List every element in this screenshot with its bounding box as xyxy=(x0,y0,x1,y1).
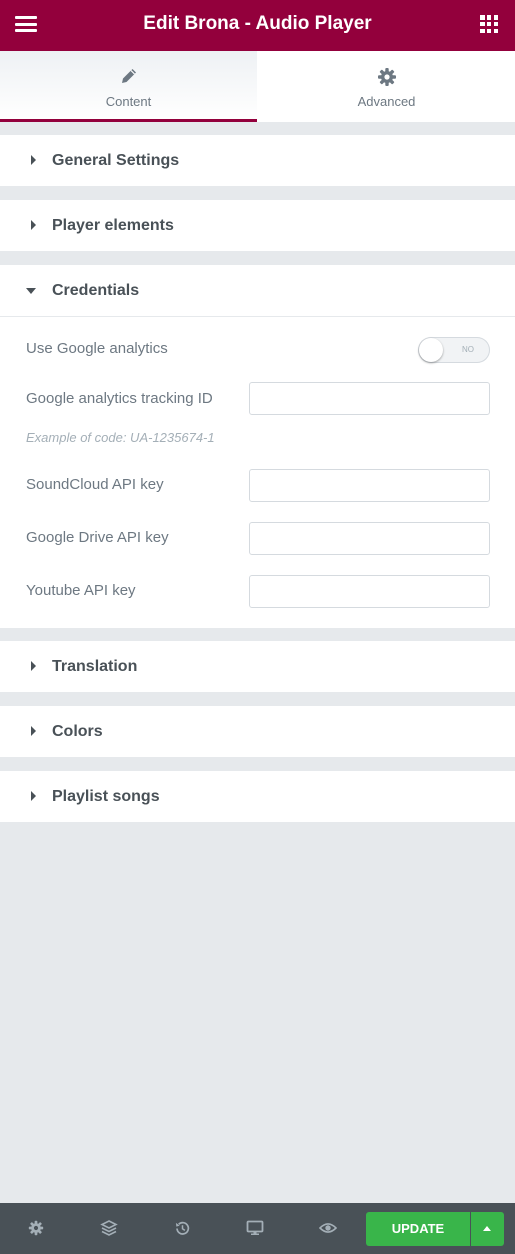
panel-tabs: Content Advanced xyxy=(0,51,515,122)
grid-icon[interactable] xyxy=(480,15,498,33)
youtube-key-label: Youtube API key xyxy=(26,582,136,599)
section-title: Playlist songs xyxy=(52,788,160,805)
tracking-id-hint: Example of code: UA-1235674-1 xyxy=(26,430,215,445)
google-analytics-toggle[interactable]: NO xyxy=(418,337,490,363)
section-title: General Settings xyxy=(52,152,180,169)
layers-icon[interactable] xyxy=(97,1216,121,1240)
settings-icon[interactable] xyxy=(24,1216,48,1240)
section-title: Credentials xyxy=(52,282,140,299)
caret-right-icon xyxy=(31,155,36,165)
soundcloud-key-input[interactable] xyxy=(249,469,490,502)
section-title: Translation xyxy=(52,658,138,675)
panel-header: Edit Brona - Audio Player xyxy=(0,0,515,51)
section-title: Player elements xyxy=(52,217,174,234)
tab-content[interactable]: Content xyxy=(0,51,257,122)
tracking-id-input[interactable] xyxy=(249,382,490,415)
caret-right-icon xyxy=(31,791,36,801)
caret-right-icon xyxy=(31,661,36,671)
section-playlist-songs[interactable]: Playlist songs xyxy=(0,771,515,822)
section-translation[interactable]: Translation xyxy=(0,641,515,692)
caret-down-icon xyxy=(26,288,36,294)
tracking-id-label: Google analytics tracking ID xyxy=(26,390,213,407)
toggle-knob xyxy=(419,338,443,362)
section-title: Colors xyxy=(52,723,103,740)
caret-up-icon xyxy=(483,1226,491,1231)
toggle-state-label: NO xyxy=(462,345,474,354)
tab-content-label: Content xyxy=(105,94,152,109)
tab-advanced-label: Advanced xyxy=(357,94,416,109)
section-credentials[interactable]: Credentials xyxy=(0,265,515,316)
history-icon[interactable] xyxy=(170,1216,194,1240)
drive-key-label: Google Drive API key xyxy=(26,529,169,546)
update-options-button[interactable] xyxy=(471,1212,504,1246)
pencil-icon xyxy=(0,67,257,87)
panel-title: Edit Brona - Audio Player xyxy=(143,13,372,34)
gear-icon xyxy=(258,67,515,87)
youtube-key-input[interactable] xyxy=(249,575,490,608)
drive-key-input[interactable] xyxy=(249,522,490,555)
caret-right-icon xyxy=(31,726,36,736)
tab-advanced[interactable]: Advanced xyxy=(258,51,515,122)
soundcloud-key-label: SoundCloud API key xyxy=(26,476,164,493)
section-colors[interactable]: Colors xyxy=(0,706,515,757)
caret-right-icon xyxy=(31,220,36,230)
update-button[interactable]: UPDATE xyxy=(366,1212,470,1246)
section-general-settings[interactable]: General Settings xyxy=(0,135,515,186)
preview-icon[interactable] xyxy=(316,1216,340,1240)
google-analytics-label: Use Google analytics xyxy=(26,340,168,357)
section-player-elements[interactable]: Player elements xyxy=(0,200,515,251)
responsive-icon[interactable] xyxy=(243,1216,267,1240)
